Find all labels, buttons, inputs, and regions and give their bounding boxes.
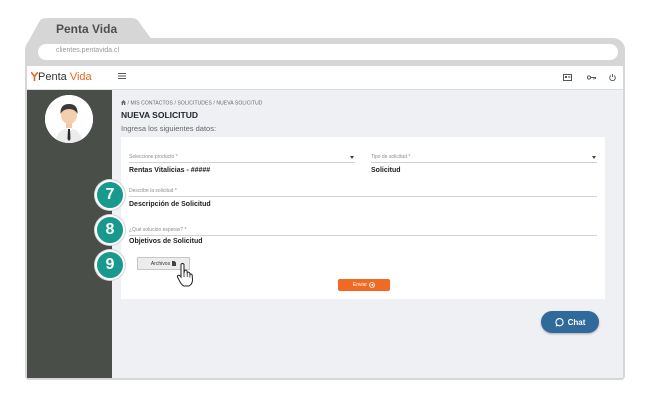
solution-field[interactable]: Objetivos de Solicitud (129, 238, 203, 245)
product-select-value[interactable]: Rentas Vitalicias - ##### (129, 167, 210, 174)
type-select-label: Tipo de solicitud * (371, 154, 411, 160)
menu-icon[interactable] (118, 72, 126, 80)
solution-field-label: ¿Qué solución esperas? * (129, 227, 187, 233)
breadcrumb: / MIS CONTACTOS / SOLICITUDES / NUEVA SO… (121, 100, 263, 107)
chat-button-label: Chat (567, 317, 586, 327)
browser-tab-title: Penta Vida (56, 22, 118, 36)
home-icon[interactable] (121, 100, 126, 105)
page-title: NUEVA SOLICITUD (121, 110, 198, 120)
user-avatar-icon (45, 95, 93, 143)
user-avatar[interactable] (45, 95, 93, 143)
step-badge-8: 8 (95, 215, 125, 245)
type-select-value[interactable]: Solicitud (371, 167, 401, 174)
attach-files-label: Archivos (150, 260, 171, 267)
step-badge-7: 7 (95, 180, 125, 210)
key-icon[interactable] (587, 75, 596, 80)
step-badge-9: 9 (95, 250, 125, 280)
address-bar[interactable] (38, 44, 618, 60)
send-button-label: Enviar (352, 282, 368, 288)
logo-text-vida: Vida (69, 71, 92, 83)
id-card-icon[interactable] (563, 74, 572, 81)
send-icon (369, 282, 375, 288)
type-select-underline (371, 162, 597, 163)
logo-mark-icon (30, 71, 39, 81)
penta-vida-logo[interactable]: Penta Vida (30, 71, 92, 83)
logo-text-penta: Penta (38, 71, 67, 83)
breadcrumb-text: / MIS CONTACTOS / SOLICITUDES / NUEVA SO… (127, 100, 263, 107)
description-field-label: Describe la solicitud * (129, 188, 177, 194)
chat-bubble-icon (554, 317, 564, 327)
top-bar (27, 66, 623, 90)
solution-field-underline (129, 235, 597, 236)
product-select-label: Seleccione producto * (129, 154, 178, 160)
product-select-underline (129, 162, 355, 163)
power-icon[interactable] (609, 74, 616, 81)
description-field[interactable]: Descripción de Solicitud (129, 201, 211, 208)
chat-button[interactable]: Chat (541, 311, 599, 333)
page-subtitle: Ingresa los siguientes datos: (121, 124, 217, 133)
chevron-down-icon[interactable] (350, 156, 354, 159)
address-text: clientes.pentavida.cl (56, 47, 120, 54)
chevron-down-icon[interactable] (592, 156, 596, 159)
description-field-underline (129, 196, 597, 197)
send-button[interactable]: Enviar (338, 279, 390, 291)
hand-cursor-icon (176, 263, 194, 287)
